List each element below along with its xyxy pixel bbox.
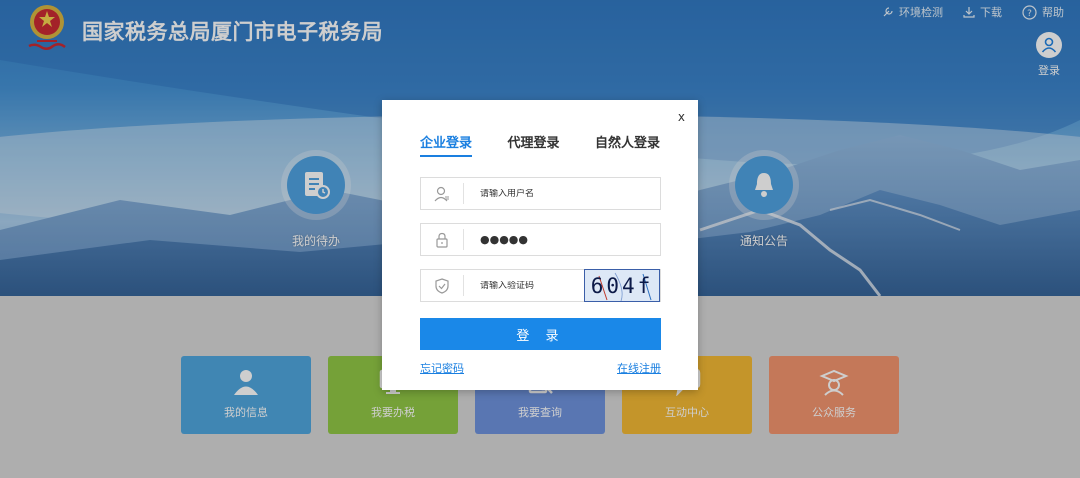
user-icon [421, 183, 464, 204]
lock-icon [421, 229, 464, 250]
captcha-field: 604f [420, 269, 661, 302]
login-modal: x 企业登录 代理登录 自然人登录 请输入用户名 ●●●●● 请输入验证码 60… [382, 100, 698, 390]
tab-agent-login[interactable]: 代理登录 [507, 132, 559, 157]
close-icon[interactable]: x [678, 110, 685, 124]
username-input[interactable] [480, 188, 630, 199]
captcha-image[interactable]: 604f [584, 269, 660, 302]
captcha-text: 604f [590, 273, 654, 298]
register-link[interactable]: 在线注册 [617, 360, 661, 376]
username-field [420, 177, 661, 210]
password-field [420, 223, 661, 256]
forgot-password-link[interactable]: 忘记密码 [420, 360, 464, 376]
shield-icon [421, 275, 464, 296]
login-button[interactable]: 登 录 [420, 318, 661, 350]
login-tabs: 企业登录 代理登录 自然人登录 [420, 132, 660, 157]
password-input[interactable] [480, 233, 630, 246]
tab-enterprise-login[interactable]: 企业登录 [420, 132, 473, 157]
tab-individual-login[interactable]: 自然人登录 [595, 132, 660, 157]
